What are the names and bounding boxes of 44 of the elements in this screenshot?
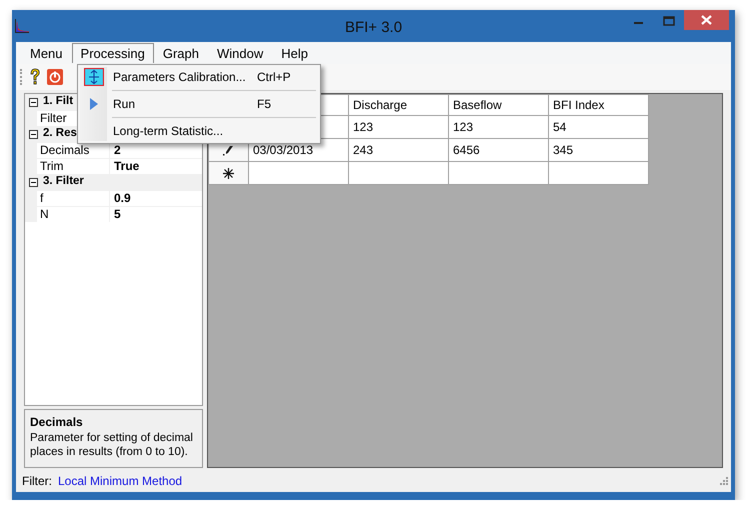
collapse-icon[interactable]	[28, 98, 38, 106]
resize-grip-icon[interactable]	[720, 477, 728, 485]
table-cell: 123	[348, 116, 448, 138]
status-value: Local Minimum Method	[58, 473, 182, 490]
menu-item[interactable]: Help	[272, 43, 317, 63]
column-header[interactable]: BFI Index	[548, 94, 648, 116]
table-cell: 345	[548, 138, 648, 162]
collapse-icon[interactable]	[28, 130, 38, 138]
table-cell: 243	[348, 138, 448, 162]
menu-item[interactable]: Menu	[21, 43, 72, 63]
calibration-icon	[84, 68, 104, 86]
menu-item[interactable]: Processing	[72, 43, 154, 63]
category-label: 2. Res	[43, 126, 77, 142]
property-value: 2	[113, 143, 121, 158]
property-value: True	[113, 159, 140, 174]
toolbar-grip[interactable]	[20, 69, 23, 85]
category-label: 1. Filt	[43, 94, 74, 110]
property-value: 5	[113, 207, 121, 222]
power-button[interactable]	[47, 69, 63, 85]
power-icon	[47, 69, 63, 85]
menu-item[interactable]: Graph	[154, 43, 208, 63]
property-name: f	[37, 191, 110, 206]
menu-item[interactable]: Run F5	[80, 94, 318, 114]
table-cell: 123	[448, 116, 548, 138]
play-icon	[88, 97, 98, 111]
table-cell: 54	[548, 116, 648, 138]
column-header[interactable]: Discharge	[348, 94, 448, 116]
status-label: Filter:	[22, 473, 52, 490]
menu-item[interactable]: Window	[208, 43, 272, 63]
asterisk-icon	[223, 168, 234, 178]
column-header[interactable]: Baseflow	[448, 94, 548, 116]
window-title: BFI+ 3.0	[344, 19, 402, 36]
collapse-icon[interactable]	[28, 178, 38, 186]
close-icon	[701, 15, 712, 25]
close-button[interactable]	[684, 10, 729, 30]
pencil-icon	[222, 144, 234, 156]
table-cell: 6456	[448, 138, 548, 162]
category-label: 3. Filter	[43, 174, 84, 190]
description-text: Parameter for setting of decimal places in results (from 0 to 10).	[30, 431, 194, 459]
property-value: 0.9	[113, 191, 131, 206]
maximize-icon	[663, 16, 675, 26]
description-title: Decimals	[30, 414, 84, 431]
app-logo-icon	[15, 19, 29, 33]
property-name: N	[37, 207, 110, 222]
